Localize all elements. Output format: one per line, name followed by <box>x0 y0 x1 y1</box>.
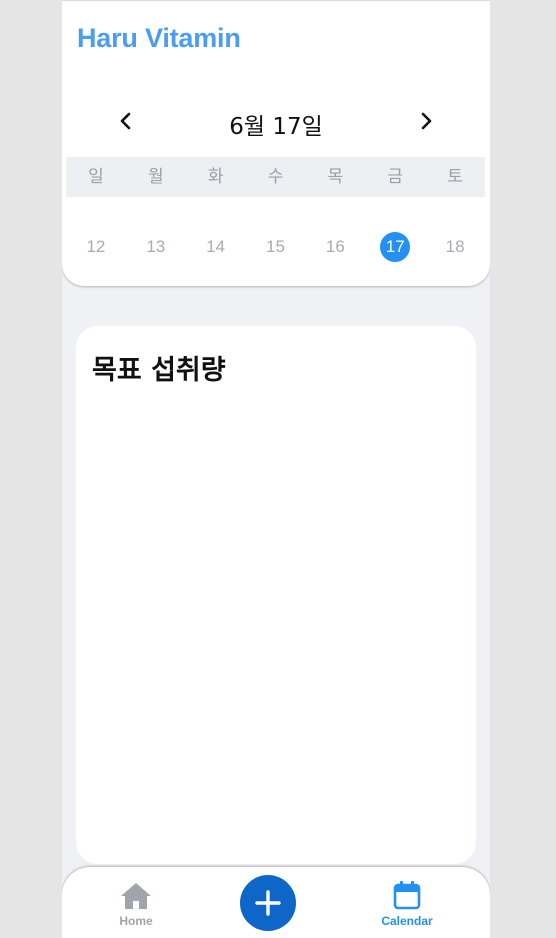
add-button[interactable] <box>240 875 296 931</box>
date-cell[interactable]: 14 <box>186 229 246 265</box>
prev-date-button[interactable] <box>114 109 138 133</box>
weekday-fri: 금 <box>387 167 404 187</box>
tab-home[interactable]: Home <box>91 877 181 928</box>
date-cell[interactable]: 15 <box>246 229 306 265</box>
goal-intake-card: 목표 섭취량 <box>76 326 476 864</box>
date-number: 13 <box>146 237 166 256</box>
chevron-right-icon <box>421 112 432 130</box>
date-cell[interactable]: 13 <box>126 229 186 265</box>
goal-intake-title: 목표 섭취량 <box>92 355 226 386</box>
date-cell[interactable]: 12 <box>66 229 126 265</box>
weekday-tue: 화 <box>207 167 224 187</box>
date-number: 18 <box>445 237 465 256</box>
tab-calendar[interactable]: Calendar <box>362 877 452 928</box>
weekday-header-row: 일 월 화 수 목 금 토 <box>66 157 485 197</box>
tab-home-label: Home <box>119 914 153 928</box>
date-number: 16 <box>325 237 345 256</box>
weekday-sun: 일 <box>88 167 104 187</box>
date-cell[interactable]: 16 <box>305 229 365 265</box>
date-cell[interactable]: 18 <box>425 229 485 265</box>
date-cell-selected[interactable]: 17 <box>365 229 425 265</box>
chevron-left-icon <box>120 112 131 130</box>
date-number: 12 <box>86 237 106 256</box>
bottom-navigation: Home Calendar <box>62 867 490 938</box>
current-date-label: 6월 17일 <box>229 114 323 140</box>
next-date-button[interactable] <box>414 109 438 133</box>
weekday-thu: 목 <box>327 167 344 187</box>
date-number: 14 <box>206 237 226 256</box>
weekday-wed: 수 <box>267 167 284 187</box>
selected-date-number: 17 <box>380 232 411 262</box>
calendar-icon <box>393 881 421 910</box>
plus-icon <box>255 890 281 916</box>
weekday-sat: 토 <box>447 167 463 187</box>
tab-calendar-label: Calendar <box>381 914 433 928</box>
app-title: Haru Vitamin <box>77 23 241 53</box>
week-dates-row: 12 13 14 15 16 17 18 <box>66 229 485 265</box>
home-icon <box>121 883 151 909</box>
app-screen: Haru Vitamin 6월 17일 일 월 화 수 목 금 토 12 13 … <box>62 0 490 938</box>
weekday-mon: 월 <box>147 167 164 187</box>
date-number: 15 <box>266 237 285 256</box>
header-card: Haru Vitamin 6월 17일 일 월 화 수 목 금 토 12 13 … <box>62 0 490 286</box>
